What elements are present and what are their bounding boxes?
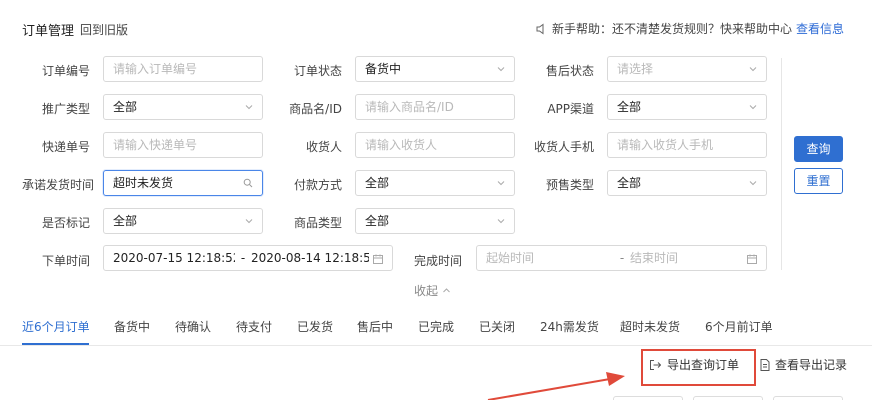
receiver-phone-input[interactable]: 请输入收货人手机	[607, 132, 767, 158]
order-no-input[interactable]: 请输入订单编号	[103, 56, 263, 82]
express-no-label: 快递单号	[41, 140, 90, 154]
order-time-label: 下单时间	[41, 254, 90, 268]
pay-method-value: 全部	[365, 176, 390, 190]
receiver-phone-label: 收货人手机	[533, 140, 594, 154]
app-channel-value: 全部	[617, 100, 642, 114]
back-to-old-version-link[interactable]: 回到旧版	[80, 21, 128, 38]
highlight-box	[641, 349, 756, 386]
reset-button[interactable]: 重置	[794, 168, 843, 194]
after-sale-label: 售后状态	[545, 64, 594, 78]
product-type-label: 商品类型	[293, 216, 342, 230]
tab-to-pay[interactable]: 待支付	[236, 318, 272, 335]
after-sale-placeholder: 请选择	[617, 62, 654, 76]
chevron-down-icon	[245, 105, 253, 110]
chevron-down-icon	[749, 181, 757, 186]
chevron-down-icon	[497, 181, 505, 186]
presale-type-value: 全部	[617, 176, 642, 190]
order-tabs: 近6个月订单 备货中 待确认 待支付 已发货 售后中 已完成 已关闭 24h需发…	[0, 310, 872, 346]
chevron-down-icon	[749, 105, 757, 110]
tab-completed[interactable]: 已完成	[418, 318, 454, 335]
promise-ship-label: 承诺发货时间	[21, 178, 94, 192]
tab-recent-6-months[interactable]: 近6个月订单	[22, 318, 90, 335]
presale-type-label: 预售类型	[545, 178, 594, 192]
help-text: 新手帮助：还不清楚发货规则？快来帮助中心	[551, 22, 792, 36]
search-icon	[243, 178, 253, 188]
order-time-sep: -	[240, 251, 246, 265]
receiver-label: 收货人	[305, 140, 342, 154]
help-banner: 新手帮助：还不清楚发货规则？快来帮助中心 查看信息	[536, 20, 844, 37]
document-icon	[760, 358, 770, 371]
promo-type-label: 推广类型	[41, 102, 90, 116]
chevron-down-icon	[245, 219, 253, 224]
product-type-select[interactable]: 全部	[355, 208, 515, 234]
finish-time-label: 完成时间	[413, 254, 462, 268]
export-records-button[interactable]: 查看导出记录	[759, 356, 847, 373]
pay-method-label: 付款方式	[293, 178, 342, 192]
filter-divider	[781, 58, 782, 270]
chevron-down-icon	[497, 67, 505, 72]
flagged-select[interactable]: 全部	[103, 208, 263, 234]
app-channel-select[interactable]: 全部	[607, 94, 767, 120]
chevron-down-icon	[749, 67, 757, 72]
records-label: 查看导出记录	[775, 358, 848, 372]
bottom-button-edge	[613, 396, 683, 400]
after-sale-select[interactable]: 请选择	[607, 56, 767, 82]
tab-after-sale[interactable]: 售后中	[357, 318, 393, 335]
receiver-input[interactable]: 请输入收货人	[355, 132, 515, 158]
finish-time-sep: -	[619, 251, 625, 265]
speaker-icon	[536, 23, 544, 34]
product-type-value: 全部	[365, 214, 390, 228]
promo-type-select[interactable]: 全部	[103, 94, 263, 120]
tab-overdue[interactable]: 超时未发货	[620, 318, 680, 335]
order-status-label: 订单状态	[293, 64, 342, 78]
query-button[interactable]: 查询	[794, 136, 843, 162]
order-time-range[interactable]: 2020-07-15 12:18:52- 2020-08-14 12:18:52	[103, 245, 393, 271]
bottom-button-edge	[693, 396, 763, 400]
order-status-select[interactable]: 备货中	[355, 56, 515, 82]
finish-time-end[interactable]: 结束时间	[630, 246, 730, 270]
pay-method-select[interactable]: 全部	[355, 170, 515, 196]
finish-time-start[interactable]: 起始时间	[486, 246, 614, 270]
express-no-input[interactable]: 请输入快递单号	[103, 132, 263, 158]
promise-ship-select[interactable]: 超时未发货	[103, 170, 263, 196]
order-time-start[interactable]: 2020-07-15 12:18:52	[113, 246, 235, 270]
chevron-up-icon	[443, 288, 450, 293]
product-name-label: 商品名/ID	[289, 102, 342, 116]
order-time-end[interactable]: 2020-08-14 12:18:52	[251, 246, 369, 270]
promo-type-value: 全部	[113, 100, 138, 114]
tab-to-confirm[interactable]: 待确认	[175, 318, 211, 335]
tab-closed[interactable]: 已关闭	[479, 318, 515, 335]
tab-shipped[interactable]: 已发货	[297, 318, 333, 335]
chevron-down-icon	[497, 219, 505, 224]
product-name-input[interactable]: 请输入商品名/ID	[355, 94, 515, 120]
collapse-toggle[interactable]: 收起	[414, 282, 451, 299]
bottom-button-edge	[773, 396, 843, 400]
tab-24h-ship[interactable]: 24h需发货	[540, 318, 599, 335]
order-no-label: 订单编号	[41, 64, 90, 78]
app-channel-label: APP渠道	[547, 102, 594, 116]
active-tab-indicator	[22, 343, 89, 345]
flagged-value: 全部	[113, 214, 138, 228]
presale-type-select[interactable]: 全部	[607, 170, 767, 196]
tab-older-6-months[interactable]: 6个月前订单	[705, 318, 773, 335]
finish-time-range[interactable]: 起始时间 - 结束时间	[476, 245, 767, 271]
calendar-icon	[747, 254, 757, 264]
tab-preparing[interactable]: 备货中	[114, 318, 150, 335]
flagged-label: 是否标记	[41, 216, 90, 230]
promise-ship-value: 超时未发货	[113, 176, 174, 190]
order-status-value: 备货中	[365, 62, 402, 76]
collapse-label: 收起	[414, 284, 439, 298]
page-title: 订单管理	[22, 24, 75, 39]
calendar-icon	[373, 254, 383, 264]
help-link[interactable]: 查看信息	[796, 20, 844, 37]
